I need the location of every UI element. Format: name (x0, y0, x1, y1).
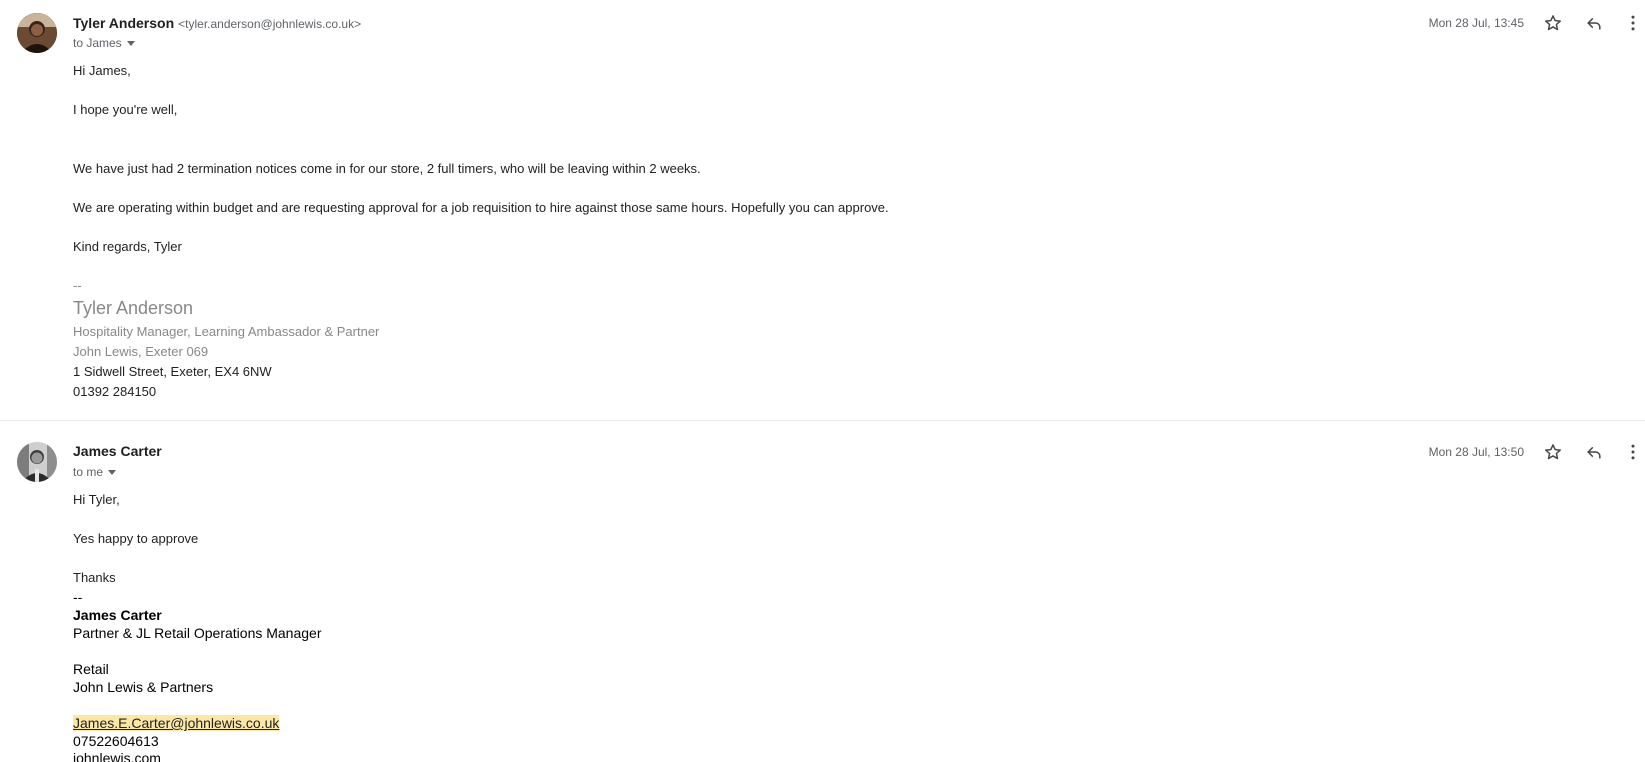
sender-email: <tyler.anderson@johnlewis.co.uk> (178, 17, 362, 31)
caret-down-icon (108, 470, 117, 476)
signature-email-link[interactable]: James.E.Carter@johnlewis.co.uk (73, 715, 280, 731)
signature-department: Retail (73, 661, 109, 677)
more-options-button[interactable] (1621, 440, 1645, 464)
recipient-label: to me (73, 465, 104, 479)
sender-name[interactable]: James Carter (73, 443, 162, 459)
recipient-details-toggle[interactable]: to James (73, 36, 135, 50)
signature-phone: 01392 284150 (73, 384, 157, 399)
sender-header: James Carter (73, 443, 162, 459)
sender-avatar[interactable] (17, 442, 57, 482)
body-greeting: Hi Tyler, (73, 492, 120, 507)
signature-separator: -- (73, 278, 82, 293)
message-tyler-anderson: Tyler Anderson <tyler.anderson@johnlewis.… (0, 0, 1645, 420)
body-line: We are operating within budget and are r… (73, 200, 889, 215)
signature-email-wrap: James.E.Carter@johnlewis.co.uk (73, 715, 280, 731)
signature-separator: -- (73, 589, 83, 605)
sender-avatar[interactable] (17, 13, 57, 53)
signature-store: John Lewis, Exeter 069 (73, 344, 209, 359)
star-button[interactable] (1541, 440, 1565, 464)
signature-title: Partner & JL Retail Operations Manager (73, 625, 322, 641)
body-line: Yes happy to approve (73, 531, 199, 546)
message-date: Mon 28 Jul, 13:45 (1428, 16, 1524, 30)
message-date: Mon 28 Jul, 13:50 (1428, 445, 1524, 459)
star-outline-icon (1545, 444, 1561, 460)
body-closing: Kind regards, Tyler (73, 239, 182, 254)
more-vertical-icon (1631, 444, 1635, 460)
signature-company: John Lewis & Partners (73, 679, 214, 695)
signature-phone: 07522604613 (73, 733, 159, 749)
star-button[interactable] (1541, 11, 1565, 35)
signature-title: Hospitality Manager, Learning Ambassador… (73, 324, 380, 339)
caret-down-icon (126, 41, 135, 47)
signature-name: Tyler Anderson (73, 298, 194, 318)
body-line: I hope you're well, (73, 102, 178, 117)
person-photo-icon (17, 442, 57, 482)
signature-address: 1 Sidwell Street, Exeter, EX4 6NW (73, 364, 272, 379)
body-greeting: Hi James, (73, 63, 131, 78)
reply-button[interactable] (1582, 440, 1606, 464)
person-photo-icon (17, 13, 57, 53)
message-james-carter: James Carter to me Mon 28 Jul, 13:50 Hi … (0, 421, 1645, 762)
reply-icon (1587, 18, 1601, 30)
signature-name: James Carter (73, 607, 162, 623)
sender-header: Tyler Anderson <tyler.anderson@johnlewis.… (73, 15, 361, 31)
sender-name[interactable]: Tyler Anderson (73, 15, 174, 31)
more-options-button[interactable] (1621, 11, 1645, 35)
reply-icon (1587, 447, 1601, 459)
email-thread: Tyler Anderson <tyler.anderson@johnlewis.… (0, 0, 1645, 762)
more-vertical-icon (1631, 15, 1635, 31)
body-closing: Thanks (73, 570, 116, 585)
star-outline-icon (1545, 15, 1561, 31)
recipient-label: to James (73, 36, 122, 50)
body-line: We have just had 2 termination notices c… (73, 161, 701, 176)
signature-website[interactable]: johnlewis.com (73, 750, 161, 762)
recipient-details-toggle[interactable]: to me (73, 465, 117, 479)
reply-button[interactable] (1582, 11, 1606, 35)
